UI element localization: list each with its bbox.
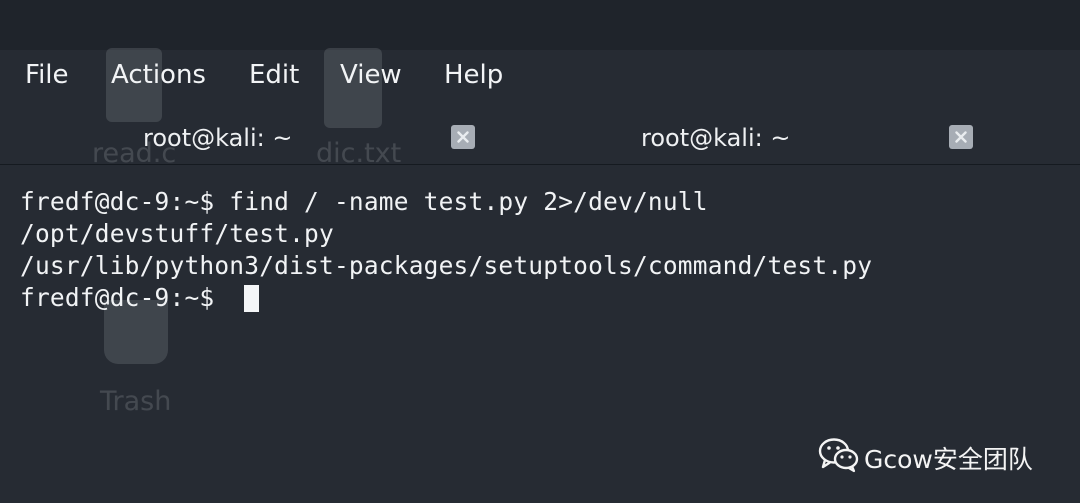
tab-root-kali-2[interactable]: root@kali: ~ bbox=[500, 112, 1000, 164]
close-icon[interactable] bbox=[451, 125, 475, 149]
close-icon[interactable] bbox=[949, 125, 973, 149]
tab-bar: root@kali: ~ root@kali: ~ bbox=[0, 112, 1080, 165]
watermark-text: Gcow安全团队 bbox=[864, 445, 1033, 474]
menu-edit[interactable]: Edit bbox=[249, 60, 299, 90]
tab-title: root@kali: ~ bbox=[143, 124, 293, 152]
tab-title: root@kali: ~ bbox=[641, 124, 791, 152]
menu-help[interactable]: Help bbox=[444, 60, 503, 90]
terminal-line: fredf@dc-9:~$ find / -name test.py 2>/de… bbox=[20, 187, 708, 216]
terminal-line: /usr/lib/python3/dist-packages/setuptool… bbox=[20, 251, 873, 280]
wechat-icon bbox=[818, 438, 859, 473]
menu-actions[interactable]: Actions bbox=[111, 60, 206, 90]
terminal-line: /opt/devstuff/test.py bbox=[20, 219, 334, 248]
terminal-prompt: fredf@dc-9:~$ bbox=[20, 283, 230, 312]
tab-root-kali-1[interactable]: root@kali: ~ bbox=[0, 112, 500, 164]
menu-bar: File Actions Edit View Help bbox=[0, 56, 1080, 102]
terminal-cursor bbox=[244, 285, 259, 312]
terminal-window: read.c dic.txt Trash File Actions Edit V… bbox=[0, 0, 1080, 503]
title-strip bbox=[0, 0, 1080, 50]
menu-file[interactable]: File bbox=[25, 60, 69, 90]
menu-view[interactable]: View bbox=[340, 60, 402, 90]
